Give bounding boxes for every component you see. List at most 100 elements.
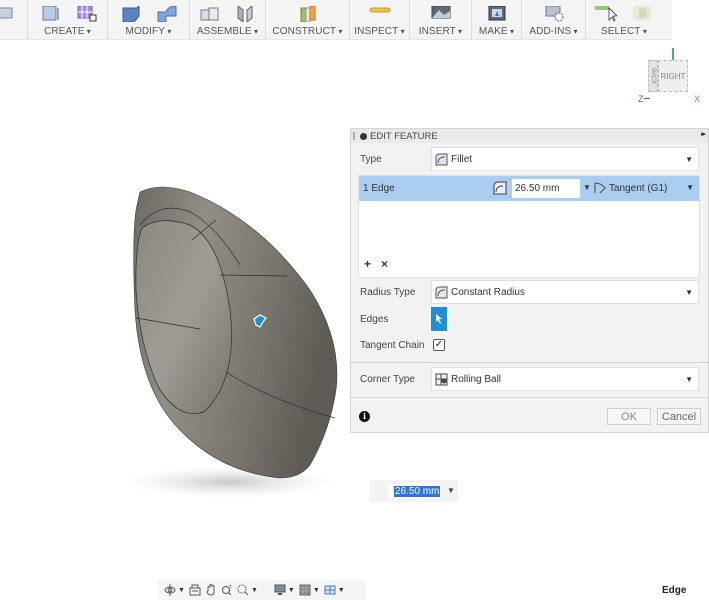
corner-type-value: Rolling Ball	[451, 373, 502, 385]
chevron-down-icon: ▼	[337, 586, 345, 594]
edge-set-row[interactable]: 1 Edge ▼ Tangent (G1) ▼	[359, 176, 699, 201]
canvas-radius-input-container: 26.50 mm ▼	[370, 480, 458, 502]
toolbar-group-insert[interactable]: INSERT	[410, 0, 472, 40]
viewcube-face-right[interactable]: RIGHT	[658, 60, 688, 92]
fillet-icon	[157, 6, 176, 22]
navigation-bar: ▼ ± ▼ ▼ ▼ ▼	[158, 580, 366, 600]
type-select[interactable]: Fillet ▼	[431, 147, 699, 171]
tangent-chain-label: Tangent Chain	[360, 339, 425, 351]
toolbar-group-assemble[interactable]: ASSEMBLE	[190, 0, 266, 40]
toolbar-group-sketch[interactable]	[0, 0, 28, 40]
edge-set-list: 1 Edge ▼ Tangent (G1) ▼ + ×	[358, 175, 700, 278]
chevron-down-icon: ▼	[685, 374, 693, 384]
look-at-icon	[189, 584, 201, 596]
radius-type-label: Radius Type	[360, 286, 416, 298]
add-edge-set-button[interactable]: +	[364, 257, 371, 271]
toolbar-group-make[interactable]: MAKE	[472, 0, 522, 40]
orbit-icon	[164, 584, 176, 596]
edge-radius-input[interactable]	[512, 179, 580, 198]
selection-status-text: Edge	[662, 585, 687, 596]
panel-title: EDIT FEATURE	[370, 130, 438, 142]
pan-button[interactable]	[205, 582, 217, 598]
model-viewport-body[interactable]	[120, 180, 360, 510]
chevron-down-icon: ▼	[312, 586, 320, 594]
constant-radius-icon	[435, 286, 448, 298]
zoom-icon: ±	[221, 584, 232, 596]
display-settings-icon	[274, 584, 286, 595]
tangent-chain-checkbox[interactable]: ✓	[433, 339, 445, 351]
info-icon[interactable]: i	[359, 411, 370, 422]
toolbar-assemble-label: ASSEMBLE	[197, 26, 258, 37]
pan-icon	[206, 584, 215, 596]
continuity-value[interactable]: Tangent (G1)	[609, 183, 667, 194]
toolbar-group-create[interactable]: CREATE	[28, 0, 108, 40]
radius-dropdown-icon[interactable]: ▼	[583, 183, 591, 192]
joint-icon	[237, 6, 252, 22]
radius-type-row: Radius Type Constant Radius ▼	[351, 280, 708, 304]
zoom-button[interactable]: ±	[221, 582, 233, 598]
toolbar-select-label: SELECT	[601, 26, 647, 37]
3d-print-icon	[488, 6, 505, 21]
remove-edge-set-button[interactable]: ×	[381, 257, 388, 271]
toolbar-group-construct[interactable]: CONSTRUCT	[266, 0, 350, 40]
ok-button[interactable]: OK	[607, 408, 651, 425]
fillet-type-icon	[435, 153, 448, 165]
radius-type-select[interactable]: Constant Radius ▼	[431, 280, 699, 304]
main-toolbar: CREATE MODIFY ASSEMBLE CONSTRUCT INSPECT…	[0, 0, 672, 40]
toolbar-inspect-label: INSPECT	[354, 26, 405, 37]
edges-select-button[interactable]	[431, 307, 447, 331]
offset-plane-icon	[300, 6, 315, 22]
corner-type-row: Corner Type Rolling Ball ▼	[351, 367, 708, 391]
grid-icon	[299, 584, 311, 596]
cancel-button[interactable]: Cancel	[657, 408, 701, 425]
grid-button[interactable]: ▼	[299, 582, 320, 598]
look-at-button[interactable]	[189, 582, 201, 598]
edges-label: Edges	[360, 313, 389, 325]
continuity-dropdown-icon[interactable]: ▼	[686, 183, 694, 192]
rolling-ball-icon	[435, 373, 448, 385]
viewcube-face-back[interactable]: BACK	[648, 60, 658, 92]
edges-row: Edges	[351, 307, 708, 331]
orbit-button[interactable]: ▼	[164, 582, 185, 598]
tangent-chain-row: Tangent Chain ✓	[351, 335, 708, 355]
panel-expand-icon[interactable]: ▸▸	[701, 130, 706, 138]
corner-type-label: Corner Type	[360, 373, 415, 385]
toolbar-group-select[interactable]: SELECT	[586, 0, 662, 40]
insert-image-icon	[431, 6, 450, 19]
chevron-down-icon: ▼	[178, 586, 185, 594]
viewports-button[interactable]: ▼	[324, 582, 345, 598]
panel-drag-grip[interactable]	[353, 132, 355, 140]
canvas-radius-dropdown-icon[interactable]: ▼	[447, 486, 455, 495]
create-form-icon	[77, 6, 96, 22]
toolbar-create-label: CREATE	[44, 26, 91, 37]
corner-type-select[interactable]: Rolling Ball ▼	[431, 367, 699, 391]
chevron-down-icon: ▼	[685, 287, 693, 297]
panel-collapse-icon[interactable]	[360, 132, 367, 140]
fillet-radius-icon	[493, 181, 507, 195]
edge-set-label: 1 Edge	[363, 183, 395, 194]
axis-x-label: X	[694, 94, 701, 104]
toolbar-modify-label: MODIFY	[126, 26, 172, 37]
canvas-radius-value[interactable]: 26.50 mm	[394, 486, 441, 497]
fit-button[interactable]: ▼	[237, 582, 258, 598]
panel-divider	[351, 362, 708, 363]
press-pull-icon	[122, 6, 139, 22]
display-settings-button[interactable]: ▼	[274, 582, 295, 598]
toolbar-group-modify[interactable]: MODIFY	[108, 0, 190, 40]
measure-icon	[369, 7, 390, 13]
toolbar-group-add-ins[interactable]: ADD-INS	[522, 0, 586, 40]
viewcube[interactable]: BACK RIGHT Z X	[628, 48, 706, 110]
axis-y-indicator	[672, 48, 674, 60]
chevron-down-icon: ▼	[250, 586, 258, 594]
fit-icon	[237, 584, 249, 596]
panel-divider	[351, 397, 708, 398]
toolbar-group-inspect[interactable]: INSPECT	[350, 0, 410, 40]
chevron-down-icon: ▼	[287, 586, 295, 594]
panel-header[interactable]: EDIT FEATURE ▸▸	[351, 129, 708, 143]
viewports-icon	[324, 585, 336, 595]
toolbar-insert-label: INSERT	[419, 26, 463, 37]
tangent-continuity-icon	[594, 182, 606, 194]
select-cursor-icon	[436, 314, 442, 324]
axis-z-indicator	[644, 98, 650, 99]
new-component-icon	[200, 7, 218, 21]
